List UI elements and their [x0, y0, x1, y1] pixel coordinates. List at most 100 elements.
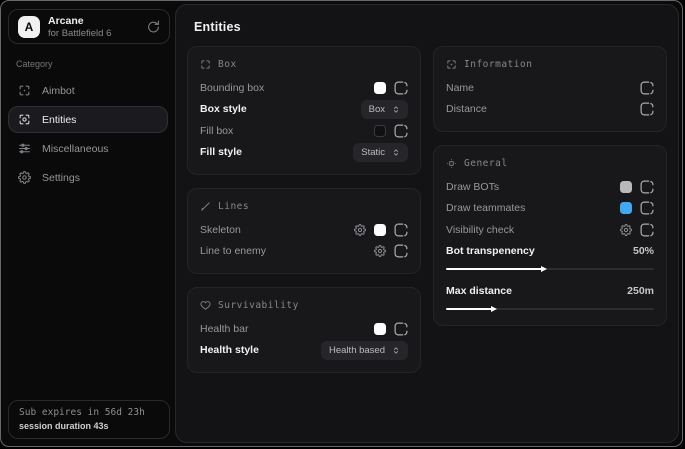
row-label: Health style: [200, 344, 259, 356]
app-subtitle: for Battlefield 6: [48, 28, 111, 39]
color-swatch[interactable]: [374, 323, 386, 335]
page-title: Entities: [194, 20, 241, 34]
left-column: Box Bounding box Box style: [187, 46, 421, 373]
checkbox[interactable]: [640, 102, 654, 116]
row-settings-gear-icon[interactable]: [374, 245, 386, 257]
panel-general: General Draw BOTs Draw teammates: [433, 145, 667, 326]
checkbox[interactable]: [640, 180, 654, 194]
sidebar-item-label: Miscellaneous: [42, 143, 109, 155]
color-swatch[interactable]: [620, 202, 632, 214]
crosshair-icon: [18, 84, 31, 97]
avatar: A: [18, 16, 40, 38]
bot-transparency-slider[interactable]: [446, 268, 654, 270]
sub-expiry-text: Sub expires in 56d 23h: [19, 407, 159, 418]
panel-header-label: Box: [218, 59, 237, 70]
slider-value: 50%: [633, 245, 654, 257]
sidebar-item-entities[interactable]: Entities: [8, 106, 168, 133]
chevrons-up-down-icon: [392, 105, 400, 114]
row-label: Max distance: [446, 285, 512, 297]
row-fill-style: Fill style Static: [200, 142, 408, 164]
fill-style-dropdown[interactable]: Static: [353, 143, 408, 162]
panel-columns: Box Bounding box Box style: [187, 46, 667, 373]
chevrons-up-down-icon: [392, 346, 400, 355]
row-label: Box style: [200, 103, 247, 115]
slider-fill: [446, 308, 492, 310]
row-draw-teammates: Draw teammates: [446, 198, 654, 220]
checkbox[interactable]: [394, 322, 408, 336]
row-label: Draw BOTs: [446, 181, 499, 193]
session-duration-text: session duration 43s: [19, 421, 159, 431]
row-max-distance: Max distance 250m: [446, 280, 654, 302]
row-fill-box: Fill box: [200, 120, 408, 142]
panel-survivability: Survivability Health bar Health style: [187, 287, 421, 373]
row-box-style: Box style Box: [200, 99, 408, 121]
row-skeleton: Skeleton: [200, 219, 408, 241]
scan-eye-icon: [18, 113, 31, 126]
checkbox[interactable]: [394, 124, 408, 138]
checkbox[interactable]: [640, 201, 654, 215]
row-label: Bounding box: [200, 82, 264, 94]
gear-icon: [18, 171, 31, 184]
slider-thumb[interactable]: [491, 306, 497, 312]
color-swatch[interactable]: [374, 82, 386, 94]
panel-lines-header: Lines: [200, 201, 408, 212]
row-name: Name: [446, 77, 654, 99]
main-panel: Entities Box Bounding box: [175, 4, 679, 443]
row-label: Name: [446, 82, 474, 94]
row-visibility-check: Visibility check: [446, 219, 654, 241]
row-bounding-box: Bounding box: [200, 77, 408, 99]
color-swatch[interactable]: [620, 181, 632, 193]
panel-general-header: General: [446, 158, 654, 169]
dropdown-value: Static: [361, 147, 385, 158]
sidebar-item-miscellaneous[interactable]: Miscellaneous: [8, 135, 168, 162]
checkbox[interactable]: [394, 81, 408, 95]
sidebar-item-aimbot[interactable]: Aimbot: [8, 77, 168, 104]
subscription-card: Sub expires in 56d 23h session duration …: [8, 400, 170, 439]
checkbox[interactable]: [640, 81, 654, 95]
panel-survivability-header: Survivability: [200, 300, 408, 311]
app-window: A Arcane for Battlefield 6 Category Aimb…: [0, 0, 683, 447]
health-style-dropdown[interactable]: Health based: [321, 341, 408, 360]
dropdown-value: Health based: [329, 345, 385, 356]
max-distance-slider[interactable]: [446, 308, 654, 310]
sidebar-nav: Aimbot Entities Miscellaneous Settings: [1, 77, 175, 191]
row-label: Health bar: [200, 323, 248, 335]
row-label: Fill box: [200, 125, 233, 137]
panel-information: Information Name Distance: [433, 46, 667, 132]
slider-fill: [446, 268, 542, 270]
slider-value: 250m: [627, 285, 654, 297]
row-bot-transparency: Bot transpenency 50%: [446, 241, 654, 263]
sidebar-item-settings[interactable]: Settings: [8, 164, 168, 191]
panel-information-header: Information: [446, 59, 654, 70]
row-label: Line to enemy: [200, 245, 266, 257]
dropdown-value: Box: [369, 104, 385, 115]
panel-box: Box Bounding box Box style: [187, 46, 421, 175]
color-swatch[interactable]: [374, 125, 386, 137]
checkbox[interactable]: [640, 223, 654, 237]
slider-thumb[interactable]: [541, 266, 547, 272]
checkbox[interactable]: [394, 223, 408, 237]
right-column: Information Name Distance: [433, 46, 667, 373]
refresh-icon[interactable]: [147, 20, 160, 33]
box-style-dropdown[interactable]: Box: [361, 100, 408, 119]
panel-lines: Lines Skeleton: [187, 188, 421, 274]
sliders-icon: [18, 142, 31, 155]
row-label: Distance: [446, 103, 487, 115]
row-distance: Distance: [446, 99, 654, 121]
box-frame-icon: [200, 59, 211, 70]
row-settings-gear-icon[interactable]: [620, 224, 632, 236]
panel-header-label: Lines: [218, 201, 249, 212]
row-health-style: Health style Health based: [200, 340, 408, 362]
scan-info-icon: [446, 59, 457, 70]
sidebar-item-label: Settings: [42, 172, 80, 184]
heart-icon: [200, 300, 211, 311]
row-line-to-enemy: Line to enemy: [200, 241, 408, 263]
row-settings-gear-icon[interactable]: [354, 224, 366, 236]
color-swatch[interactable]: [374, 224, 386, 236]
account-card: A Arcane for Battlefield 6: [8, 9, 170, 44]
app-name: Arcane: [48, 15, 111, 27]
checkbox[interactable]: [394, 244, 408, 258]
sidebar-item-label: Entities: [42, 114, 76, 126]
sidebar-item-label: Aimbot: [42, 85, 75, 97]
panel-header-label: Survivability: [218, 300, 299, 311]
